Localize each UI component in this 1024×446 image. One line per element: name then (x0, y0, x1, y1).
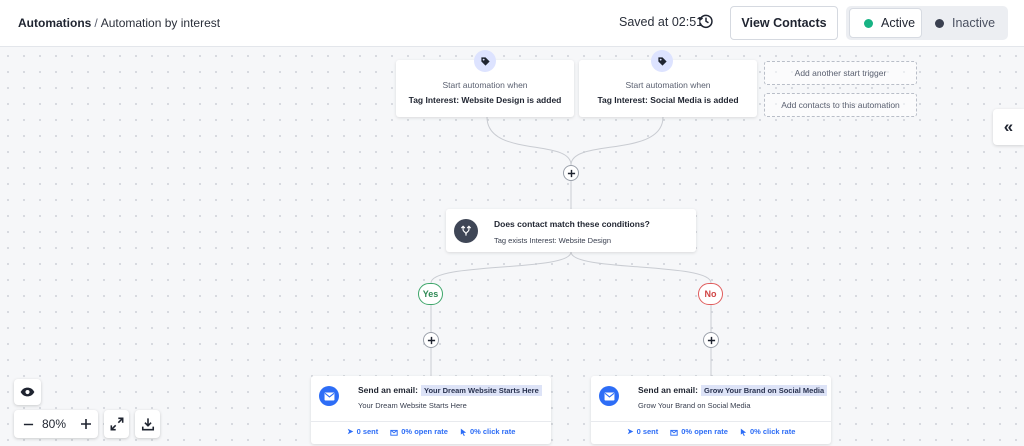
trigger-line2: Tag Interest: Website Design is added (408, 95, 562, 105)
click-rate-stat: 0% click rate (460, 427, 515, 436)
connector-trigger2 (570, 116, 664, 166)
zoom-controls: 80% (14, 410, 98, 438)
email-icon (599, 386, 619, 406)
preview-toggle-button[interactable] (14, 379, 41, 405)
condition-title: Does contact match these conditions? (494, 219, 650, 229)
branch-icon (454, 219, 478, 243)
sent-stat: 0 sent (627, 427, 658, 436)
condition-detail: Tag exists Interest: Website Design (494, 236, 611, 245)
sent-stat: 0 sent (347, 427, 378, 436)
send-icon (627, 428, 633, 435)
email-preview: Your Dream Website Starts Here (358, 401, 467, 410)
email-subject-chip: Grow Your Brand on Social Media (701, 385, 828, 396)
email-label: Send an email: (358, 385, 418, 395)
email-card-website[interactable]: Send an email: Your Dream Website Starts … (311, 376, 551, 444)
add-step-no-button[interactable] (703, 332, 719, 348)
cursor-icon (460, 428, 467, 436)
email-subject-chip: Your Dream Website Starts Here (421, 385, 542, 396)
eye-icon (20, 387, 35, 397)
email-card-social[interactable]: Send an email: Grow Your Brand on Social … (591, 376, 831, 444)
fit-to-screen-button[interactable] (104, 410, 129, 438)
zoom-in-button[interactable] (76, 413, 96, 435)
plus-icon (81, 419, 91, 429)
add-start-trigger-button[interactable]: Add another start trigger (764, 61, 917, 85)
condition-card[interactable]: Does contact match these conditions? Tag… (446, 209, 696, 252)
open-rate-stat: 0% open rate (390, 427, 448, 436)
collapse-panel-button[interactable]: « (993, 109, 1024, 145)
divider (591, 421, 831, 422)
zoom-out-button[interactable] (18, 413, 38, 435)
open-rate-stat: 0% open rate (670, 427, 728, 436)
email-stats: 0 sent 0% open rate 0% click rate (311, 427, 551, 436)
add-step-yes-button[interactable] (423, 332, 439, 348)
double-chevron-left-icon: « (1003, 117, 1014, 136)
email-icon (319, 386, 339, 406)
tag-icon (651, 50, 673, 72)
trigger-line2: Tag Interest: Social Media is added (597, 95, 739, 105)
zoom-level: 80% (42, 417, 67, 431)
email-stats: 0 sent 0% open rate 0% click rate (591, 427, 831, 436)
branch-no-label: No (698, 283, 723, 305)
trigger-line1: Start automation when (442, 80, 528, 90)
email-header: Send an email: Your Dream Website Starts … (358, 385, 542, 396)
email-header: Send an email: Grow Your Brand on Social … (638, 385, 828, 396)
connector-yes-branch (430, 251, 572, 284)
plus-icon (427, 336, 435, 344)
cursor-icon (740, 428, 747, 436)
send-icon (347, 428, 353, 435)
branch-yes-label: Yes (418, 283, 443, 305)
add-contacts-button[interactable]: Add contacts to this automation (764, 93, 917, 117)
plus-icon (707, 336, 715, 344)
envelope-open-icon (390, 429, 398, 436)
email-preview: Grow Your Brand on Social Media (638, 401, 751, 410)
expand-icon (110, 417, 123, 431)
connector-trigger1 (486, 116, 572, 166)
download-icon (141, 418, 154, 431)
plus-icon (567, 169, 575, 177)
connector-no-branch (570, 251, 712, 284)
click-rate-stat: 0% click rate (740, 427, 795, 436)
envelope-open-icon (670, 429, 678, 436)
add-step-button[interactable] (563, 165, 579, 181)
email-label: Send an email: (638, 385, 698, 395)
divider (311, 421, 551, 422)
minus-icon (23, 423, 33, 425)
download-button[interactable] (135, 410, 160, 438)
tag-icon (474, 50, 496, 72)
trigger-line1: Start automation when (625, 80, 711, 90)
